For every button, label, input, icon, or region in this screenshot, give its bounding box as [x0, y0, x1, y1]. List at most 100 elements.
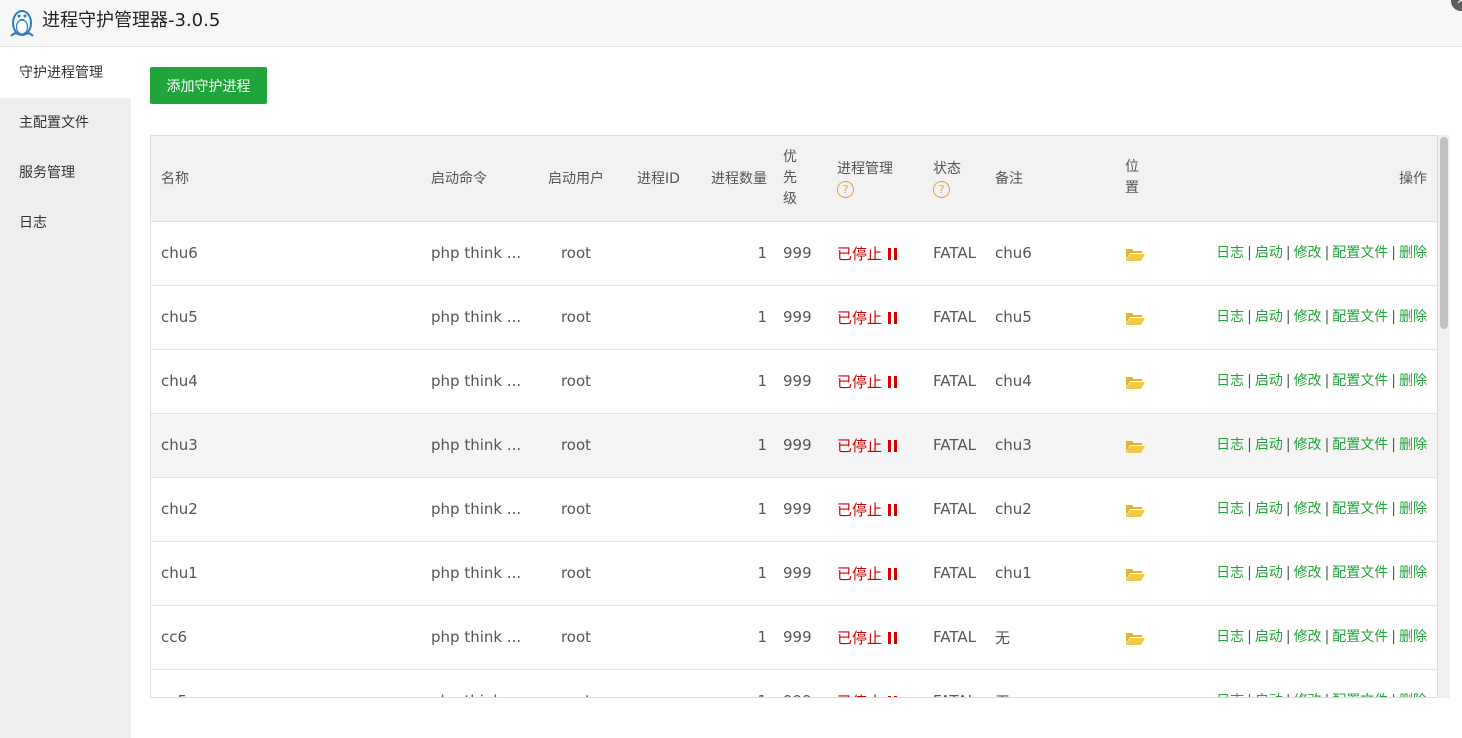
action-separator: |	[1247, 564, 1252, 581]
action-start-link[interactable]: 启动	[1255, 565, 1283, 581]
process-pid	[621, 221, 696, 285]
folder-icon[interactable]	[1125, 310, 1145, 326]
folder-icon[interactable]	[1125, 694, 1145, 699]
header-location: 位置	[1125, 159, 1139, 197]
sidebar-item-service-manage[interactable]: 服务管理	[0, 148, 131, 198]
action-edit-link[interactable]: 修改	[1294, 629, 1322, 645]
action-separator: |	[1285, 308, 1291, 325]
sidebar-item-process-manage[interactable]: 守护进程管理	[0, 48, 131, 98]
action-start-link[interactable]: 启动	[1255, 245, 1283, 261]
status-help-icon[interactable]: ?	[933, 181, 950, 199]
action-edit-link[interactable]: 修改	[1294, 437, 1322, 453]
action-log-link[interactable]: 日志	[1216, 437, 1244, 453]
process-manage-cell[interactable]: 已停止	[829, 413, 923, 477]
process-manage-cell[interactable]: 已停止	[829, 605, 923, 669]
action-delete-link[interactable]: 删除	[1399, 501, 1427, 517]
folder-icon[interactable]	[1125, 438, 1145, 454]
action-delete-link[interactable]: 删除	[1399, 245, 1427, 261]
process-state-text[interactable]: 已停止	[837, 501, 882, 519]
action-start-link[interactable]: 启动	[1255, 693, 1283, 698]
process-user: root	[560, 500, 592, 518]
pause-icon[interactable]	[888, 631, 898, 644]
header-pid: 进程ID	[621, 136, 696, 222]
action-delete-link[interactable]: 删除	[1399, 373, 1427, 389]
sidebar-item-main-config[interactable]: 主配置文件	[0, 98, 131, 148]
action-config-link[interactable]: 配置文件	[1332, 565, 1388, 581]
action-separator: |	[1324, 372, 1330, 389]
add-process-button[interactable]: 添加守护进程	[150, 67, 267, 104]
action-delete-link[interactable]: 删除	[1399, 437, 1427, 453]
process-manage-cell[interactable]: 已停止	[829, 285, 923, 349]
action-log-link[interactable]: 日志	[1216, 373, 1244, 389]
location-cell[interactable]	[1125, 477, 1171, 541]
action-start-link[interactable]: 启动	[1255, 373, 1283, 389]
action-config-link[interactable]: 配置文件	[1332, 693, 1388, 698]
action-delete-link[interactable]: 删除	[1399, 309, 1427, 325]
action-log-link[interactable]: 日志	[1216, 501, 1244, 517]
action-start-link[interactable]: 启动	[1255, 629, 1283, 645]
action-log-link[interactable]: 日志	[1216, 565, 1244, 581]
process-manage-cell[interactable]: 已停止	[829, 541, 923, 605]
process-state-text[interactable]: 已停止	[837, 629, 882, 647]
process-user: root	[560, 372, 592, 390]
folder-icon[interactable]	[1125, 630, 1145, 646]
process-state-text[interactable]: 已停止	[837, 245, 882, 263]
location-cell[interactable]	[1125, 669, 1171, 699]
close-icon[interactable]: ✕	[1451, 0, 1462, 11]
action-delete-link[interactable]: 删除	[1399, 629, 1427, 645]
action-delete-link[interactable]: 删除	[1399, 565, 1427, 581]
process-state-text[interactable]: 已停止	[837, 693, 882, 698]
action-log-link[interactable]: 日志	[1216, 629, 1244, 645]
pause-icon[interactable]	[888, 503, 898, 516]
manage-help-icon[interactable]: ?	[837, 181, 854, 199]
folder-icon[interactable]	[1125, 374, 1145, 390]
table-scrollbar[interactable]	[1438, 135, 1450, 698]
action-config-link[interactable]: 配置文件	[1332, 629, 1388, 645]
pause-icon[interactable]	[888, 439, 898, 452]
action-edit-link[interactable]: 修改	[1294, 501, 1322, 517]
action-config-link[interactable]: 配置文件	[1332, 245, 1388, 261]
location-cell[interactable]	[1125, 605, 1171, 669]
action-edit-link[interactable]: 修改	[1294, 309, 1322, 325]
scrollbar-thumb[interactable]	[1440, 137, 1448, 329]
process-note: chu1	[995, 564, 1032, 582]
process-state-text[interactable]: 已停止	[837, 309, 882, 327]
action-edit-link[interactable]: 修改	[1294, 565, 1322, 581]
process-state-text[interactable]: 已停止	[837, 565, 882, 583]
folder-icon[interactable]	[1125, 566, 1145, 582]
action-log-link[interactable]: 日志	[1216, 693, 1244, 698]
action-edit-link[interactable]: 修改	[1294, 693, 1322, 698]
folder-icon[interactable]	[1125, 246, 1145, 262]
location-cell[interactable]	[1125, 413, 1171, 477]
process-state-text[interactable]: 已停止	[837, 437, 882, 455]
action-separator: |	[1247, 628, 1252, 645]
process-manage-cell[interactable]: 已停止	[829, 669, 923, 698]
folder-icon[interactable]	[1125, 502, 1145, 518]
action-config-link[interactable]: 配置文件	[1332, 373, 1388, 389]
action-config-link[interactable]: 配置文件	[1332, 437, 1388, 453]
location-cell[interactable]	[1125, 541, 1171, 605]
pause-icon[interactable]	[888, 567, 898, 580]
action-start-link[interactable]: 启动	[1255, 309, 1283, 325]
action-start-link[interactable]: 启动	[1255, 437, 1283, 453]
action-log-link[interactable]: 日志	[1216, 245, 1244, 261]
pause-icon[interactable]	[888, 247, 898, 260]
action-log-link[interactable]: 日志	[1216, 309, 1244, 325]
action-start-link[interactable]: 启动	[1255, 501, 1283, 517]
pause-icon[interactable]	[888, 311, 898, 324]
action-config-link[interactable]: 配置文件	[1332, 501, 1388, 517]
process-manage-cell[interactable]: 已停止	[829, 221, 923, 285]
process-manage-cell[interactable]: 已停止	[829, 477, 923, 541]
process-manage-cell[interactable]: 已停止	[829, 349, 923, 413]
pause-icon[interactable]	[888, 695, 898, 697]
location-cell[interactable]	[1125, 349, 1171, 413]
location-cell[interactable]	[1125, 285, 1171, 349]
location-cell[interactable]	[1125, 221, 1171, 285]
process-state-text[interactable]: 已停止	[837, 373, 882, 391]
action-edit-link[interactable]: 修改	[1294, 245, 1322, 261]
action-delete-link[interactable]: 删除	[1399, 693, 1427, 698]
sidebar-item-logs[interactable]: 日志	[0, 198, 131, 248]
pause-icon[interactable]	[888, 375, 898, 388]
action-config-link[interactable]: 配置文件	[1332, 309, 1388, 325]
action-edit-link[interactable]: 修改	[1294, 373, 1322, 389]
